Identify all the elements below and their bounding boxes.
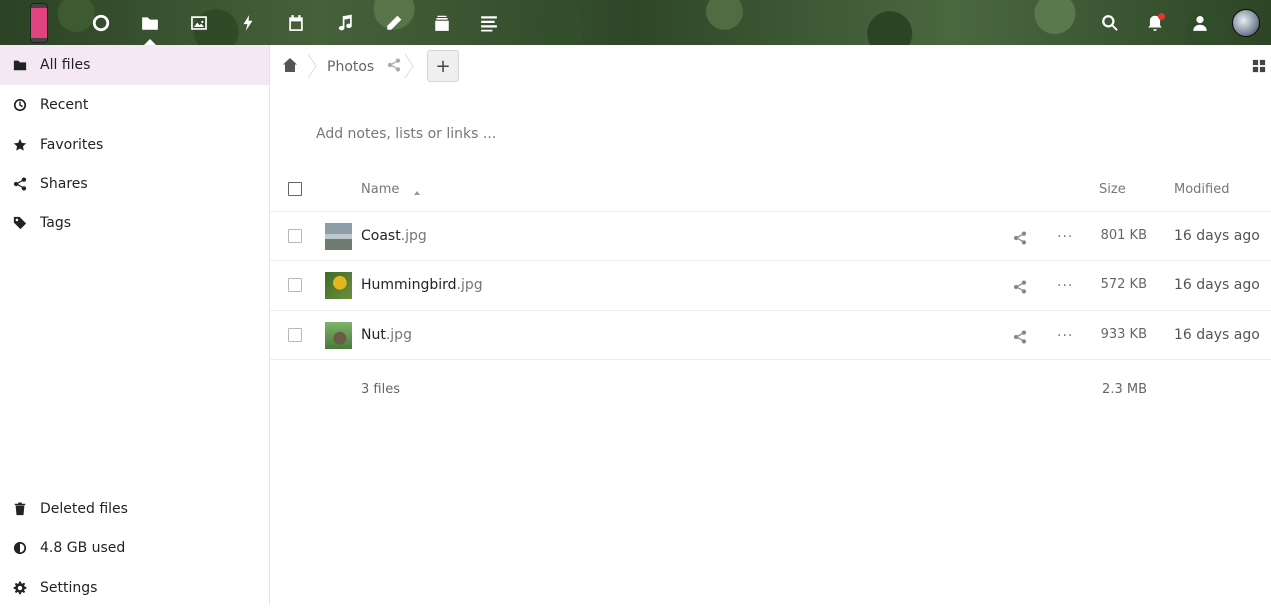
file-name[interactable]: Hummingbird.jpg: [361, 277, 483, 293]
share-icon[interactable]: [1013, 279, 1027, 294]
row-checkbox[interactable]: [288, 278, 302, 292]
sidebar-item-label: Deleted files: [40, 501, 128, 517]
select-all-checkbox[interactable]: [288, 182, 302, 196]
sidebar-item-recent[interactable]: Recent: [0, 85, 269, 125]
table-row[interactable]: Hummingbird.jpg ··· 572 KB 16 days ago: [270, 260, 1271, 310]
file-modified: 16 days ago: [1174, 277, 1260, 293]
app-logo[interactable]: [30, 3, 48, 43]
contacts-icon[interactable]: [1189, 12, 1211, 34]
table-divider: [270, 359, 1271, 360]
folder-icon[interactable]: [139, 12, 161, 34]
file-name[interactable]: Nut.jpg: [361, 327, 412, 343]
sidebar-item-label: Shares: [40, 176, 88, 192]
file-thumbnail: [325, 322, 352, 349]
file-extension: .jpg: [385, 327, 412, 343]
home-icon[interactable]: [282, 57, 298, 73]
breadcrumb-photos[interactable]: Photos: [327, 59, 374, 75]
sidebar-item-quota[interactable]: 4.8 GB used: [0, 528, 269, 568]
stack-icon[interactable]: [431, 12, 453, 34]
top-bar: [0, 0, 1271, 45]
summary-total-size: 2.3 MB: [1102, 382, 1147, 397]
file-basename: Hummingbird: [361, 277, 457, 293]
sidebar-item-tags[interactable]: Tags: [0, 203, 269, 243]
share-icon[interactable]: [387, 57, 403, 73]
column-header-size[interactable]: Size: [1099, 182, 1126, 197]
file-size: 801 KB: [1100, 228, 1147, 243]
file-extension: .jpg: [400, 228, 427, 244]
file-list-area: Photos + Add notes, lists or links ... N…: [270, 45, 1271, 605]
file-basename: Coast: [361, 228, 401, 244]
file-basename: Nut: [361, 327, 386, 343]
lines-icon[interactable]: [478, 12, 500, 34]
file-size: 933 KB: [1100, 327, 1147, 342]
row-checkbox[interactable]: [288, 229, 302, 243]
star-icon: [13, 138, 27, 152]
pencil-icon[interactable]: [383, 12, 405, 34]
breadcrumb-separator: [404, 53, 414, 79]
file-thumbnail: [325, 223, 352, 250]
trash-icon: [13, 502, 27, 516]
music-icon[interactable]: [334, 12, 356, 34]
share-icon[interactable]: [1013, 230, 1027, 245]
sidebar-item-label: Recent: [40, 97, 89, 113]
image-icon[interactable]: [188, 12, 210, 34]
avatar[interactable]: [1232, 9, 1260, 37]
share-icon: [13, 177, 27, 191]
lightning-icon[interactable]: [237, 12, 259, 34]
clock-icon: [13, 98, 27, 112]
sidebar-item-deleted-files[interactable]: Deleted files: [0, 489, 269, 529]
breadcrumb-separator: [307, 53, 317, 79]
gear-icon: [13, 581, 27, 595]
more-actions-icon[interactable]: ···: [1057, 229, 1073, 245]
sidebar-item-label: Tags: [40, 215, 71, 231]
grid-view-icon[interactable]: [1252, 58, 1266, 73]
file-modified: 16 days ago: [1174, 327, 1260, 343]
search-icon[interactable]: [1099, 12, 1121, 34]
dashboard-icon[interactable]: [90, 12, 112, 34]
sidebar-item-label: Settings: [40, 580, 98, 596]
folder-icon: [13, 58, 27, 72]
summary-file-count: 3 files: [361, 382, 400, 397]
file-name[interactable]: Coast.jpg: [361, 228, 427, 244]
column-header-name[interactable]: Name: [361, 182, 399, 197]
file-thumbnail: [325, 272, 352, 299]
sidebar-item-all-files[interactable]: All files: [0, 45, 269, 85]
sidebar-item-label: All files: [40, 57, 91, 73]
sidebar-item-settings[interactable]: Settings: [0, 568, 269, 608]
table-row[interactable]: Nut.jpg ··· 933 KB 16 days ago: [270, 310, 1271, 360]
add-button[interactable]: +: [427, 50, 459, 82]
pie-icon: [13, 541, 27, 555]
sidebar-item-favorites[interactable]: Favorites: [0, 125, 269, 165]
sidebar-item-label: Favorites: [40, 137, 104, 153]
file-extension: .jpg: [456, 277, 483, 293]
notification-dot: [1158, 13, 1165, 20]
more-actions-icon[interactable]: ···: [1057, 328, 1073, 344]
more-actions-icon[interactable]: ···: [1057, 278, 1073, 294]
share-icon[interactable]: [1013, 329, 1027, 344]
column-header-modified[interactable]: Modified: [1174, 182, 1229, 197]
table-row[interactable]: Coast.jpg ··· 801 KB 16 days ago: [270, 211, 1271, 261]
sidebar-item-shares[interactable]: Shares: [0, 164, 269, 204]
calendar-icon[interactable]: [285, 12, 307, 34]
sort-ascending-icon: [414, 191, 420, 195]
app-navigation: All files Recent Favorites Shares Tags D…: [0, 45, 270, 605]
file-modified: 16 days ago: [1174, 228, 1260, 244]
tag-icon: [13, 216, 27, 230]
rich-workspace-placeholder[interactable]: Add notes, lists or links ...: [316, 126, 496, 142]
row-checkbox[interactable]: [288, 328, 302, 342]
sidebar-item-label: 4.8 GB used: [40, 540, 126, 556]
file-size: 572 KB: [1100, 277, 1147, 292]
